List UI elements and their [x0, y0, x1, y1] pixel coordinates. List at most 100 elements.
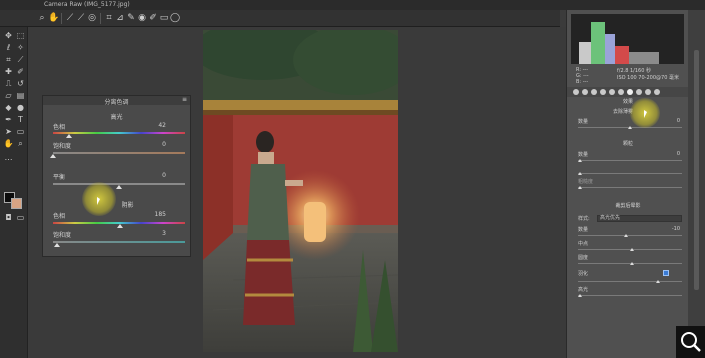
zoom-tool-icon[interactable]: ⌕	[15, 139, 26, 149]
slider-thumb[interactable]	[53, 243, 60, 247]
shape-tool-icon[interactable]: ▭	[15, 127, 26, 137]
eyedropper-icon[interactable]: ⟋	[65, 13, 75, 23]
highlights-hue-slider[interactable]	[53, 132, 185, 138]
history-brush-icon[interactable]: ↺	[15, 79, 26, 89]
hsl-tab-icon[interactable]	[600, 89, 606, 95]
shadows-saturation-slider[interactable]	[53, 241, 185, 247]
dodge-tool-icon[interactable]: ●	[15, 103, 26, 113]
vignette-amount-slider[interactable]	[578, 234, 682, 237]
gradient-tool-icon[interactable]: ▤	[15, 91, 26, 101]
vignette-amount-label: 数量	[578, 227, 589, 233]
tone-curve-tab-icon[interactable]	[582, 89, 588, 95]
highlights-saturation-value[interactable]: 0	[162, 141, 166, 148]
grain-roughness-slider[interactable]	[578, 186, 682, 189]
slider-thumb[interactable]	[628, 126, 632, 129]
grain-size-slider[interactable]	[578, 172, 682, 175]
presets-tab-icon[interactable]	[645, 89, 651, 95]
slider-thumb[interactable]	[578, 186, 582, 189]
feather-slider[interactable]	[578, 280, 682, 283]
basic-tab-icon[interactable]	[573, 89, 579, 95]
midpoint-slider[interactable]	[578, 248, 682, 251]
mouse-cursor-icon	[97, 197, 100, 205]
lasso-tool-icon[interactable]: ℓ	[3, 43, 14, 53]
shadows-saturation-label: 饱和度	[53, 232, 72, 239]
slider-thumb[interactable]	[630, 262, 634, 265]
amount-label: 数量	[578, 119, 589, 125]
zoom-icon[interactable]: ⌕	[37, 13, 47, 23]
balance-value[interactable]: 0	[162, 172, 166, 179]
shadows-hue-value[interactable]: 185	[155, 211, 166, 218]
artboard-tool-icon[interactable]: ⬚	[15, 31, 26, 41]
hand-tool-icon[interactable]: ✋	[3, 139, 14, 149]
blur-tool-icon[interactable]: ◆	[3, 103, 14, 113]
type-tool-icon[interactable]: T	[15, 115, 26, 125]
grain-amount-slider[interactable]	[578, 159, 682, 162]
move-tool-icon[interactable]: ✥	[3, 31, 14, 41]
lens-tab-icon[interactable]	[618, 89, 624, 95]
magic-wand-icon[interactable]: ✧	[15, 43, 26, 53]
highlights-saturation-slider[interactable]	[50, 152, 185, 158]
brush-tool-icon[interactable]: ✐	[15, 67, 26, 77]
photo-image	[203, 30, 398, 352]
slider-thumb[interactable]	[656, 280, 660, 283]
vignette-highlights-slider[interactable]	[578, 294, 682, 297]
quick-mask-icon[interactable]: ◘	[3, 213, 14, 223]
camera-calibration-tab-icon[interactable]	[636, 89, 642, 95]
balance-slider[interactable]	[53, 183, 185, 189]
background-color-swatch[interactable]	[11, 198, 22, 209]
radial-filter-icon[interactable]: ◯	[170, 13, 180, 23]
amount-value[interactable]: 0	[677, 118, 680, 124]
brush-icon[interactable]: ✐	[148, 13, 158, 23]
detail-tab-icon[interactable]	[591, 89, 597, 95]
grain-section-title: 颗粒	[622, 141, 633, 147]
slider-thumb[interactable]	[65, 134, 72, 138]
slider-thumb[interactable]	[50, 154, 56, 158]
amount-slider[interactable]	[578, 126, 682, 129]
slider-thumb[interactable]	[116, 185, 122, 189]
scrollbar-thumb[interactable]	[694, 50, 699, 290]
roundness-slider[interactable]	[578, 262, 682, 265]
highlights-hue-label: 色相	[53, 124, 66, 131]
slider-thumb[interactable]	[578, 159, 582, 162]
feather-value-box[interactable]	[663, 270, 669, 276]
panel-menu-icon[interactable]: ≡	[182, 96, 187, 103]
shadows-hue-slider[interactable]	[53, 222, 185, 228]
eyedropper-tool-icon[interactable]: ⟋	[15, 55, 26, 65]
hand-icon[interactable]: ✋	[48, 13, 59, 23]
highlights-hue-value[interactable]: 42	[158, 122, 166, 129]
slider-thumb[interactable]	[624, 234, 628, 237]
target-icon[interactable]: ◎	[87, 13, 97, 23]
graduated-filter-icon[interactable]: ▭	[159, 13, 169, 23]
split-toning-tab-icon[interactable]	[609, 89, 615, 95]
zoom-button[interactable]	[676, 326, 705, 358]
panel-scrollbar[interactable]	[688, 10, 705, 358]
eraser-tool-icon[interactable]: ▱	[3, 91, 14, 101]
healing-tool-icon[interactable]: ✚	[3, 67, 14, 77]
color-sampler-icon[interactable]: ⟋	[76, 13, 86, 23]
more-tools-icon[interactable]: ⋯	[3, 155, 14, 165]
spot-removal-icon[interactable]: ✎	[126, 13, 136, 23]
slider-thumb[interactable]	[578, 172, 582, 175]
vignette-amount-value[interactable]: -10	[672, 226, 680, 232]
stamp-tool-icon[interactable]: ⎍	[3, 79, 14, 89]
straighten-icon[interactable]: ⊿	[115, 13, 125, 23]
slider-thumb[interactable]	[578, 294, 582, 297]
grain-amount-value[interactable]: 0	[677, 151, 680, 157]
effects-tab-icon[interactable]	[627, 89, 633, 95]
pen-tool-icon[interactable]: ✒	[3, 115, 14, 125]
screen-mode-icon[interactable]: ▭	[15, 213, 26, 223]
slider-thumb[interactable]	[117, 224, 124, 228]
shadows-hue-label: 色相	[53, 213, 66, 220]
slider-thumb[interactable]	[630, 248, 634, 251]
crop-icon[interactable]: ⌗	[104, 13, 114, 23]
vignette-style-select[interactable]: 高光优先	[597, 215, 682, 222]
toolbar-divider	[61, 13, 62, 24]
path-select-icon[interactable]: ➤	[3, 127, 14, 137]
crop-tool-icon[interactable]: ⌗	[3, 55, 14, 65]
grain-amount-label: 数量	[578, 152, 589, 158]
balance-label: 平衡	[53, 174, 66, 181]
snapshots-tab-icon[interactable]	[654, 89, 660, 95]
photo-preview[interactable]	[203, 30, 398, 352]
shadows-saturation-value[interactable]: 3	[162, 230, 166, 237]
redeye-icon[interactable]: ◉	[137, 13, 147, 23]
